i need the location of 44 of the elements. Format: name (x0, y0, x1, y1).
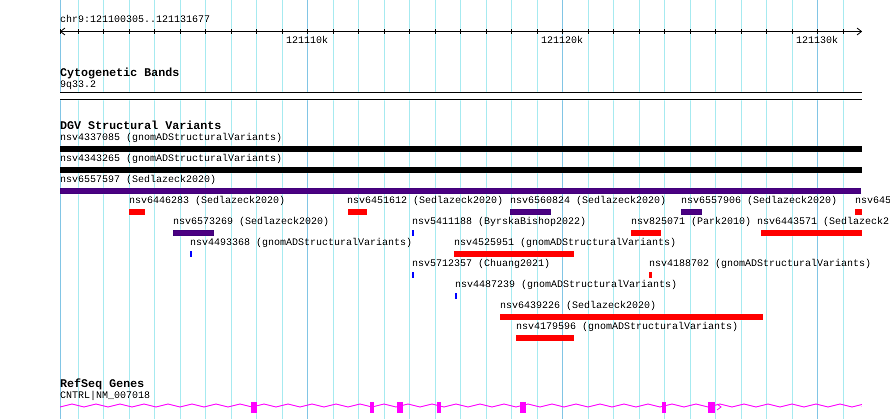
variant-label: nsv6443571 (Sedlazeck2 (757, 217, 890, 229)
variant-bar[interactable] (761, 230, 862, 236)
variant-label: nsv4493368 (gnomADStructuralVariants) (190, 238, 412, 250)
variant-bar[interactable] (681, 209, 702, 215)
variant-bar[interactable] (855, 209, 862, 215)
variant-bar[interactable] (173, 230, 214, 236)
tick-label: 121110k (286, 36, 328, 48)
variant-label: nsv6439226 (Sedlazeck2020) (500, 301, 656, 313)
variant-label: nsv4525951 (gnomADStructuralVariants) (454, 238, 676, 250)
variant-bar[interactable] (631, 230, 661, 236)
band-label: 9q33.2 (60, 80, 96, 92)
variant-label: nsv6557597 (Sedlazeck2020) (60, 175, 216, 187)
variant-label: nsv4487239 (gnomADStructuralVariants) (455, 280, 678, 292)
variant-label: nsv4337085 (gnomADStructuralVariants) (60, 133, 282, 145)
track-title: DGV Structural Variants (60, 120, 222, 133)
variant-bar[interactable] (510, 209, 551, 215)
variant-bar[interactable] (649, 272, 652, 278)
variant-bar[interactable] (348, 209, 367, 215)
variant-bar[interactable] (60, 146, 862, 152)
variant-label: nsv645 (855, 196, 890, 208)
variant-label: nsv6560824 (Sedlazeck2020) (510, 196, 666, 208)
variant-label: nsv6557906 (Sedlazeck2020) (681, 196, 838, 208)
variant-bar[interactable] (60, 167, 862, 173)
variant-bar[interactable] (500, 314, 763, 320)
gene-label: CNTRL|NM_007018 (60, 391, 150, 402)
variant-label: nsv5712357 (Chuang2021) (412, 259, 550, 271)
variant-label: nsv6573269 (Sedlazeck2020) (173, 217, 330, 229)
variant-label: nsv4188702 (gnomADStructuralVariants) (649, 259, 872, 271)
variant-label: nsv4343265 (gnomADStructuralVariants) (60, 154, 282, 166)
variant-bar[interactable] (454, 251, 574, 257)
variant-bar[interactable] (516, 335, 574, 341)
track-title: RefSeq Genes (60, 378, 144, 391)
variant-bar[interactable] (129, 209, 145, 215)
tick-label: 121130k (796, 36, 838, 48)
variant-bar[interactable] (60, 188, 861, 194)
variant-label: nsv6446283 (Sedlazeck2020) (129, 196, 286, 208)
variant-label: nsv4179596 (gnomADStructuralVariants) (516, 322, 738, 334)
variant-label: nsv5411188 (ByrskaBishop2022) (412, 217, 586, 229)
variant-label: nsv825071 (Park2010) (631, 217, 752, 229)
location-label: chr9:121100305..121131677 (60, 15, 210, 27)
variant-label: nsv6451612 (Sedlazeck2020) (347, 196, 504, 208)
gene-model-drawing[interactable] (60, 402, 862, 413)
tick-label: 121120k (541, 36, 583, 48)
track-title: Cytogenetic Bands (60, 67, 180, 80)
